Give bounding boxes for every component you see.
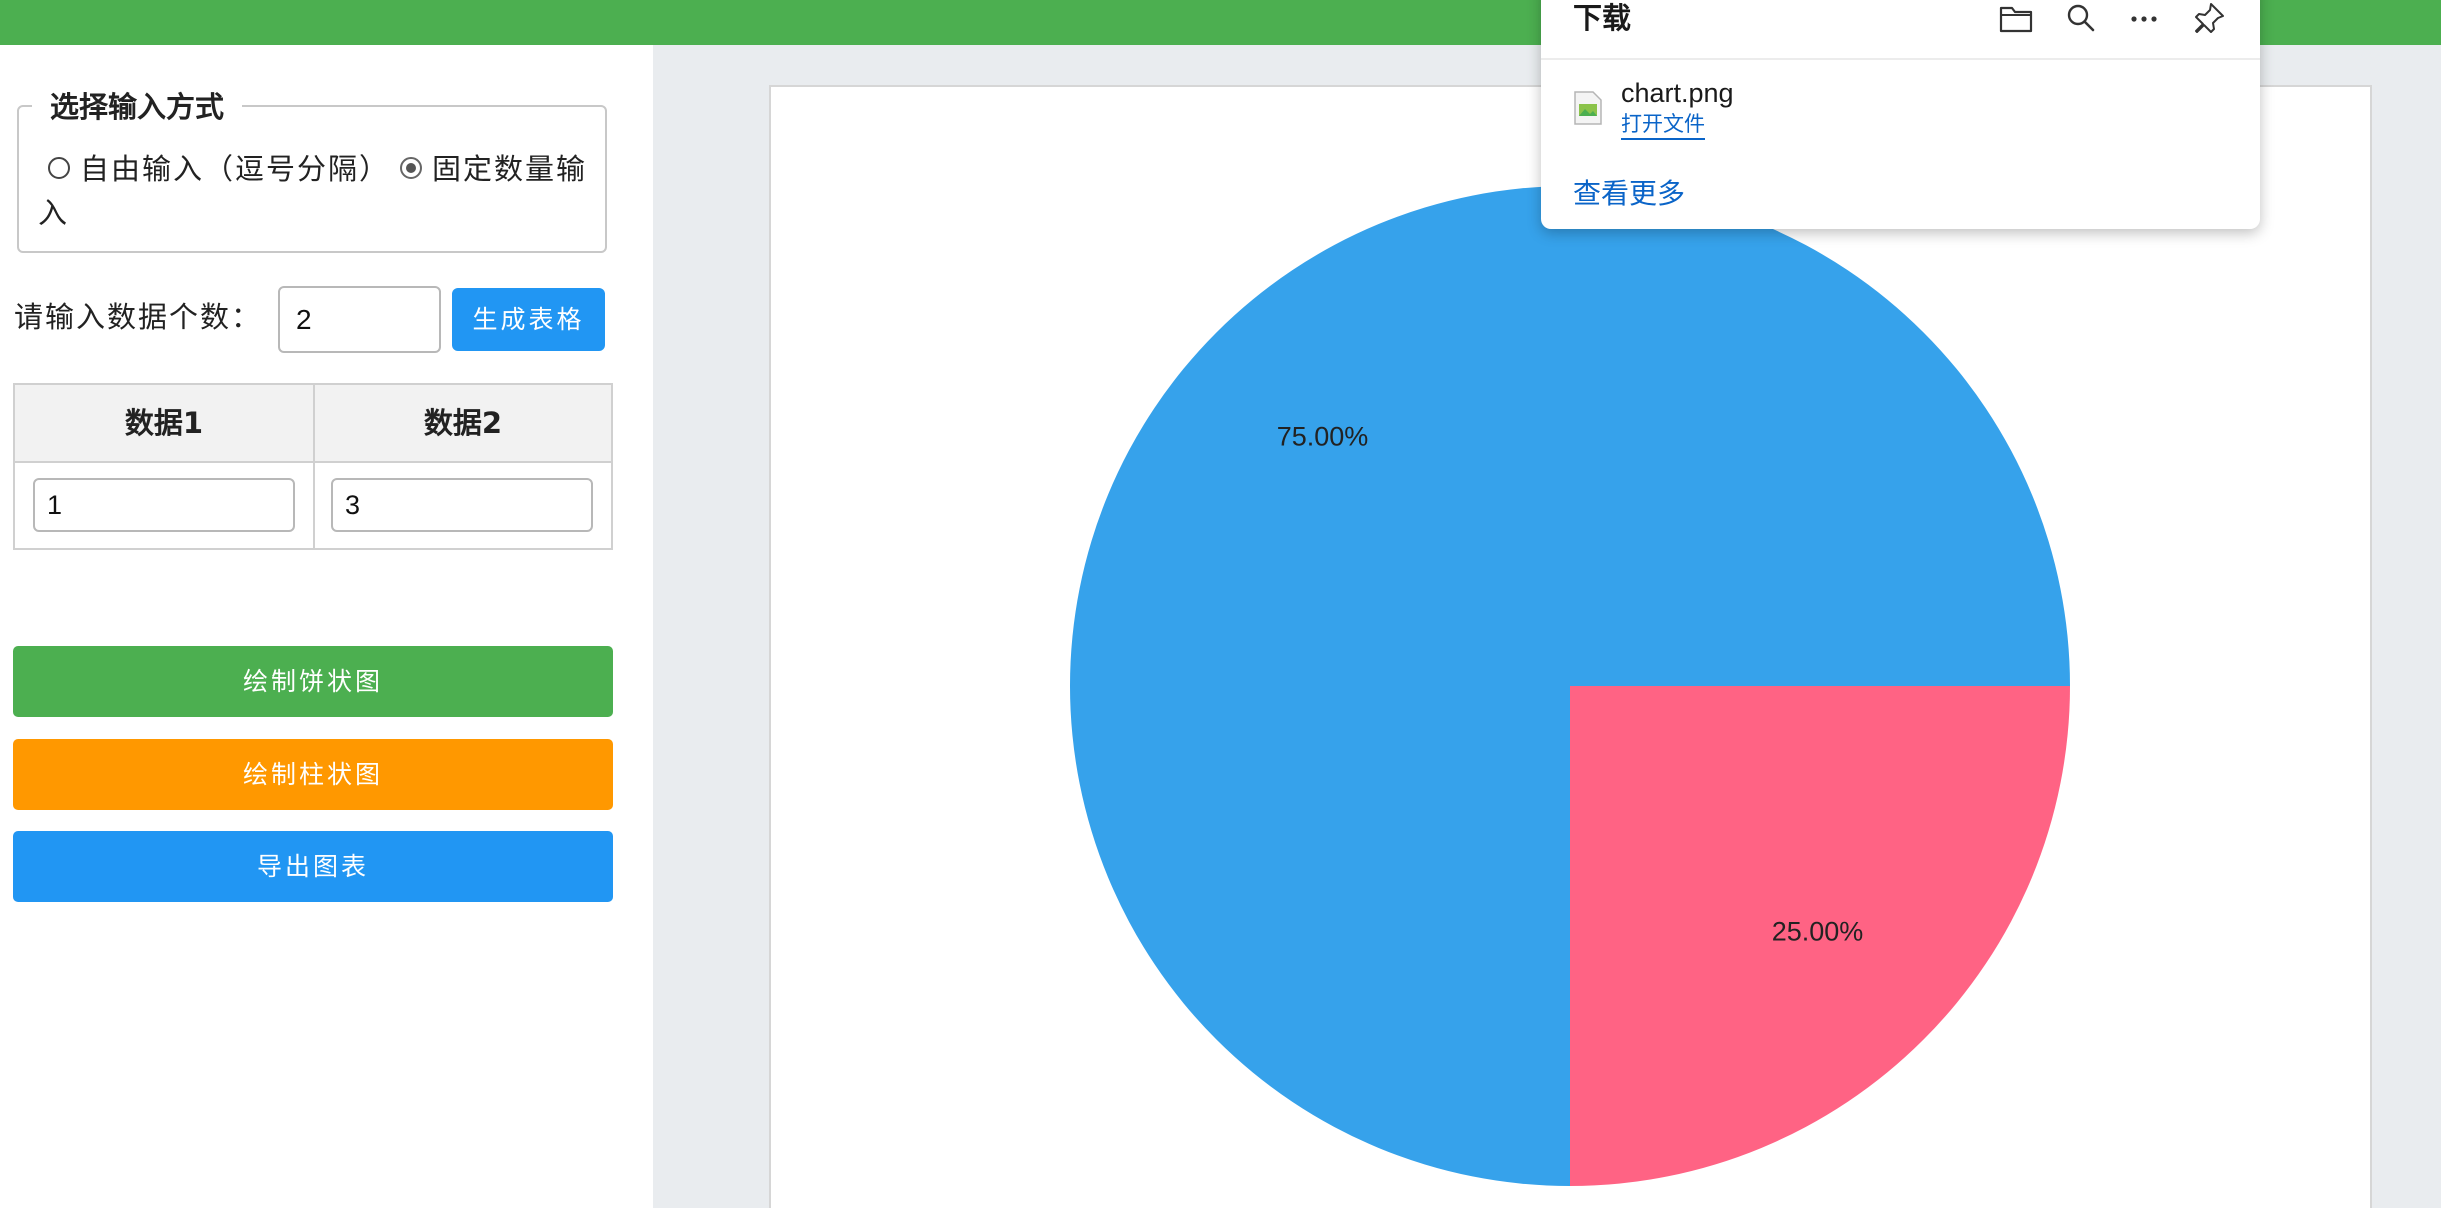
pie-label-1: 25.00% [1772, 917, 1864, 947]
more-icon[interactable] [2124, 0, 2164, 38]
pie-label-2: 75.00% [1277, 422, 1369, 452]
folder-icon[interactable] [1996, 0, 2036, 38]
download-title: 下载 [1573, 1, 1632, 35]
download-file-name: chart.png [1621, 78, 1734, 108]
pin-icon[interactable] [2189, 0, 2229, 38]
see-more-link[interactable]: 查看更多 [1573, 176, 1685, 212]
download-popup: 下载 chart.png 打开文件 查看更多 [1541, 0, 2260, 229]
open-file-link[interactable]: 打开文件 [1621, 110, 1705, 140]
image-file-icon [1574, 91, 1602, 125]
search-icon[interactable] [2060, 0, 2100, 38]
popup-separator [1541, 58, 2260, 60]
